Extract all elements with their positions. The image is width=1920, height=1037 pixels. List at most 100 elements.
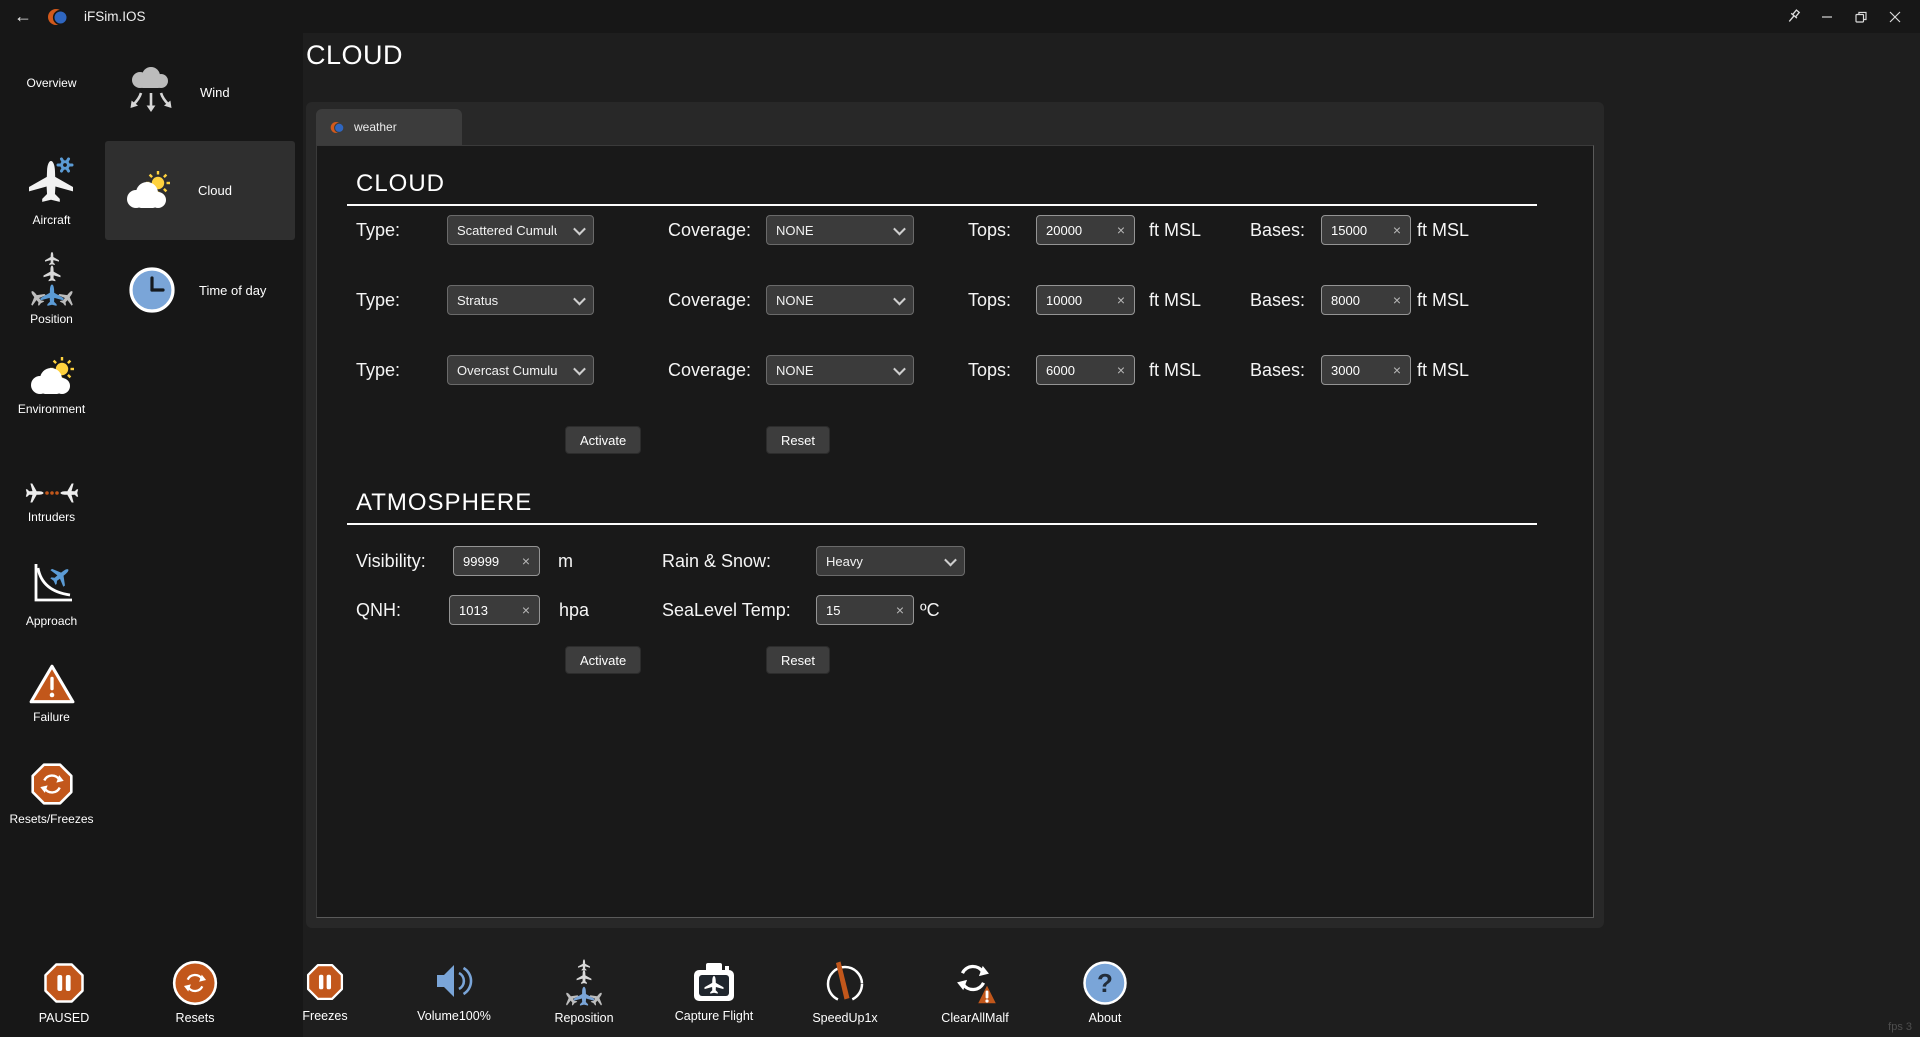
cloud-sun-icon	[26, 356, 78, 398]
submenu-item-cloud[interactable]: Cloud	[105, 141, 295, 240]
cloud-bases-field: ×	[1321, 215, 1411, 245]
tops-unit: ft MSL	[1149, 355, 1201, 385]
atmosphere-activate-button[interactable]: Activate	[565, 646, 641, 674]
chevron-down-icon	[573, 362, 586, 375]
chevron-down-icon	[573, 222, 586, 235]
cloud-bases-field: ×	[1321, 355, 1411, 385]
plane-gear-icon	[27, 153, 77, 209]
camera-plane-icon	[689, 958, 739, 1006]
sealevel-temp-input[interactable]	[826, 603, 892, 618]
toolbar-item-label: Freezes	[302, 1009, 347, 1023]
atmosphere-reset-button[interactable]: Reset	[766, 646, 830, 674]
clear-icon[interactable]: ×	[522, 602, 530, 618]
sidebar-item-position[interactable]: Position	[0, 250, 103, 326]
toolbar-item-freezes[interactable]: Freezes	[270, 958, 380, 1023]
cloud-coverage-select[interactable]: NONE	[766, 215, 914, 245]
toolbar-item-resets[interactable]: Resets	[140, 958, 250, 1025]
octagon-pause-icon	[304, 958, 346, 1006]
tab-logo-icon	[330, 120, 345, 135]
plane-formation-icon	[26, 250, 78, 308]
sidebar-item-resets-freezes[interactable]: Resets/Freezes	[0, 760, 103, 826]
cloud-section-underline	[347, 204, 1537, 206]
cloud-row: Type: Overcast Cumulus Coverage: NONE To…	[317, 355, 1593, 385]
toolbar-item-speedup[interactable]: SpeedUp1x	[790, 958, 900, 1025]
maximize-icon[interactable]	[1844, 0, 1878, 33]
clear-icon[interactable]: ×	[522, 553, 530, 569]
bases-label: Bases:	[1250, 285, 1305, 315]
cloud-type-value: Scattered Cumulus	[457, 223, 557, 238]
speaker-icon	[429, 958, 479, 1006]
coverage-label: Coverage:	[668, 285, 751, 315]
qnh-label: QNH:	[356, 595, 401, 625]
toolbar-item-about[interactable]: ? About	[1050, 958, 1160, 1025]
visibility-field: ×	[453, 546, 540, 576]
weather-content: CLOUD Type: Scattered Cumulus Coverage: …	[316, 145, 1594, 918]
cloud-activate-button[interactable]: Activate	[565, 426, 641, 454]
cloud-coverage-value: NONE	[776, 293, 814, 308]
clear-icon[interactable]: ×	[1393, 362, 1401, 378]
atmosphere-row: Visibility: × m Rain & Snow: Heavy	[317, 546, 1593, 576]
sidebar-item-environment[interactable]: Environment	[0, 356, 103, 416]
circle-refresh-icon	[171, 958, 219, 1008]
sidebar-item-failure[interactable]: Failure	[0, 662, 103, 724]
app-window: ← iFSim.IOS Overview	[0, 0, 1920, 1037]
cloud-tops-input[interactable]	[1046, 293, 1113, 308]
cloud-tops-input[interactable]	[1046, 223, 1113, 238]
toolbar-item-clearallmalf[interactable]: ClearAllMalf	[920, 958, 1030, 1025]
toolbar-item-reposition[interactable]: Reposition	[529, 958, 639, 1025]
toolbar-item-capture-flight[interactable]: Capture Flight	[659, 958, 769, 1023]
back-button[interactable]: ←	[14, 6, 32, 27]
sidebar-item-approach[interactable]: Approach	[0, 558, 103, 628]
chevron-down-icon	[944, 553, 957, 566]
clear-icon[interactable]: ×	[896, 602, 904, 618]
tab-weather[interactable]: weather	[316, 109, 462, 145]
atmosphere-section-heading: ATMOSPHERE	[356, 489, 532, 517]
close-icon[interactable]	[1878, 0, 1912, 33]
submenu-item-time-of-day[interactable]: Time of day	[127, 264, 266, 316]
sidebar-item-label: Approach	[26, 614, 77, 628]
cloud-coverage-select[interactable]: NONE	[766, 285, 914, 315]
cloud-type-select[interactable]: Scattered Cumulus	[447, 215, 594, 245]
clear-icon[interactable]: ×	[1117, 292, 1125, 308]
pin-icon[interactable]	[1776, 0, 1810, 33]
tops-label: Tops:	[968, 285, 1011, 315]
cloud-row: Type: Scattered Cumulus Coverage: NONE T…	[317, 215, 1593, 245]
toolbar-item-volume[interactable]: Volume100%	[399, 958, 509, 1023]
cloud-coverage-select[interactable]: NONE	[766, 355, 914, 385]
cloud-type-value: Stratus	[457, 293, 498, 308]
clear-icon[interactable]: ×	[1393, 222, 1401, 238]
clear-icon[interactable]: ×	[1117, 222, 1125, 238]
qnh-unit: hpa	[559, 595, 589, 625]
window-controls	[1776, 0, 1912, 33]
clear-icon[interactable]: ×	[1393, 292, 1401, 308]
sidebar-item-aircraft[interactable]: Aircraft	[0, 153, 103, 227]
tab-label: weather	[354, 120, 397, 134]
cloud-bases-input[interactable]	[1331, 363, 1389, 378]
sidebar-item-overview[interactable]: Overview	[0, 76, 103, 90]
coverage-label: Coverage:	[668, 355, 751, 385]
cloud-coverage-value: NONE	[776, 223, 814, 238]
cloud-type-select[interactable]: Stratus	[447, 285, 594, 315]
rain-snow-select[interactable]: Heavy	[816, 546, 965, 576]
chevron-down-icon	[893, 292, 906, 305]
toolbar-item-label: Reposition	[554, 1011, 613, 1025]
cloud-type-select[interactable]: Overcast Cumulus	[447, 355, 594, 385]
cloud-tops-input[interactable]	[1046, 363, 1113, 378]
converging-planes-icon	[24, 480, 80, 506]
bases-unit: ft MSL	[1417, 285, 1469, 315]
cloud-bases-input[interactable]	[1331, 223, 1389, 238]
type-label: Type:	[356, 285, 400, 315]
visibility-input[interactable]	[463, 554, 518, 569]
toolbar-item-paused[interactable]: PAUSED	[9, 958, 119, 1025]
clear-icon[interactable]: ×	[1117, 362, 1125, 378]
bases-label: Bases:	[1250, 355, 1305, 385]
submenu-item-wind[interactable]: Wind	[124, 62, 230, 122]
cloud-coverage-value: NONE	[776, 363, 814, 378]
cloud-bases-input[interactable]	[1331, 293, 1389, 308]
sidebar-item-label: Overview	[26, 76, 76, 90]
bases-unit: ft MSL	[1417, 215, 1469, 245]
cloud-reset-button[interactable]: Reset	[766, 426, 830, 454]
sidebar-item-intruders[interactable]: Intruders	[0, 480, 103, 524]
minimize-icon[interactable]	[1810, 0, 1844, 33]
qnh-input[interactable]	[459, 603, 518, 618]
